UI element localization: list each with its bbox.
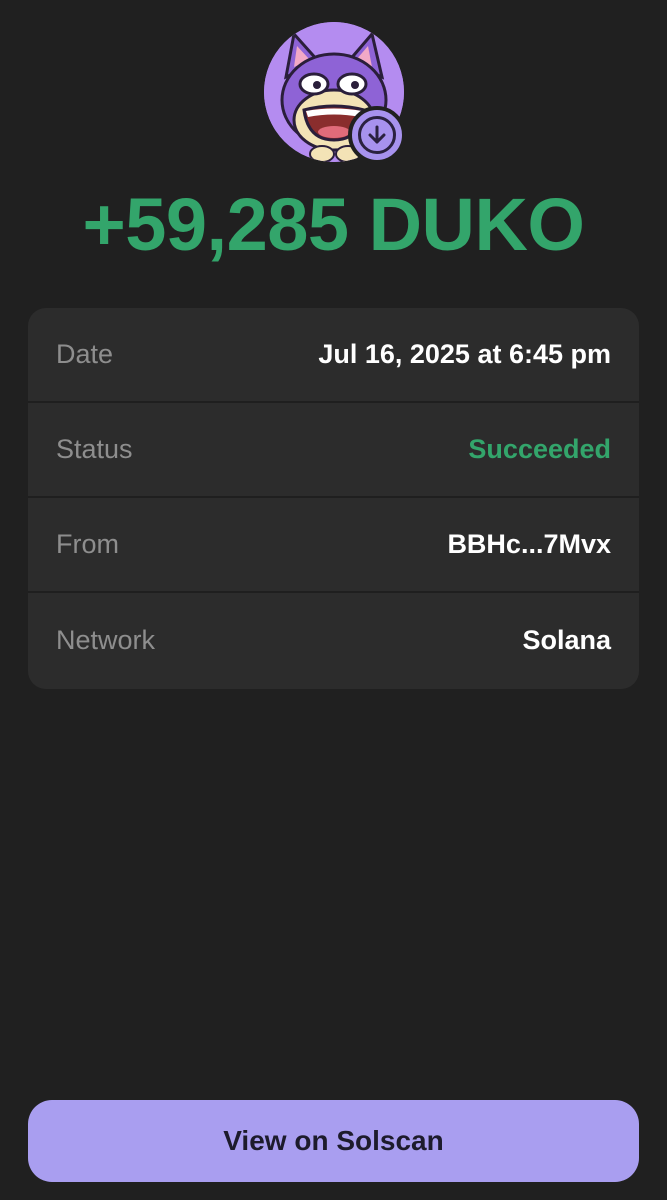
detail-label: From [56,529,119,559]
from-address[interactable]: BBHc...7Mvx [447,529,611,560]
view-on-solscan-button[interactable]: View on Solscan [28,1100,639,1182]
detail-label: Network [56,625,156,655]
detail-row-date: Date Jul 16, 2025 at 6:45 pm [28,308,639,403]
detail-label: Status [56,434,133,464]
receive-badge [348,106,406,164]
transaction-amount: +59,285 DUKO [82,183,586,266]
arrow-down-icon [358,116,396,154]
token-avatar [264,22,406,164]
transaction-details-card: Date Jul 16, 2025 at 6:45 pm Status Succ… [28,308,639,689]
detail-value: Jul 16, 2025 at 6:45 pm [318,339,611,369]
detail-value: Solana [522,625,611,655]
detail-row-from[interactable]: From BBHc...7Mvx [28,498,639,593]
transaction-detail-screen: +59,285 DUKO Date Jul 16, 2025 at 6:45 p… [0,0,667,1200]
detail-label: Date [56,339,114,369]
status-value: Succeeded [468,434,611,464]
detail-row-network: Network Solana [28,593,639,688]
detail-row-status: Status Succeeded [28,403,639,498]
